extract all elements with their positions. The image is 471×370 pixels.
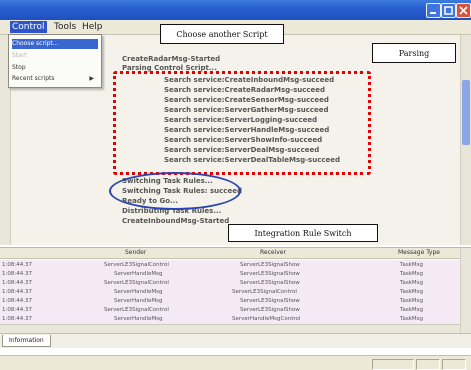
menu-item-choose-script[interactable]: Choose script... — [12, 39, 98, 49]
cell-type: TaskMsg — [400, 316, 423, 322]
log-vertical-scrollbar[interactable] — [460, 35, 471, 245]
column-header-receiver[interactable]: Receiver — [260, 249, 286, 257]
column-header-sender[interactable]: Sender — [125, 249, 146, 257]
scrollbar-thumb[interactable] — [462, 80, 470, 145]
menu-item-stop[interactable]: Stop — [12, 63, 98, 73]
cell-time: 1:08:44.37 — [2, 316, 32, 322]
menu-help[interactable]: Help — [80, 21, 105, 33]
menu-item-recent-scripts[interactable]: Recent scripts ▶ — [12, 74, 98, 84]
parsing-highlight-box — [113, 71, 371, 175]
table-header: Sender Receiver Message Type — [0, 248, 471, 259]
application-window: Control Tools Help Choose script... Star… — [0, 0, 471, 370]
cell-sender: ServerHandleMsg — [114, 316, 163, 322]
minimize-button[interactable] — [426, 3, 441, 18]
menu-item-label: Start — [12, 52, 27, 59]
control-dropdown-menu: Choose script... Start Stop Recent scrip… — [8, 34, 102, 88]
menu-tools[interactable]: Tools — [52, 21, 78, 33]
bottom-tab-strip: Information — [0, 333, 471, 348]
menu-item-label: Choose script... — [12, 40, 59, 47]
menu-item-label: Recent scripts — [12, 75, 55, 82]
title-bar[interactable] — [0, 0, 471, 20]
rule-switch-highlight-ellipse — [109, 172, 241, 210]
status-cell — [416, 359, 440, 370]
status-bar — [0, 355, 471, 370]
callout-parsing: Parsing — [372, 43, 456, 63]
log-line: CreateRadarMsg-Started — [122, 55, 221, 63]
menu-control[interactable]: Control — [10, 21, 47, 33]
callout-integration-rule-switch: Integration Rule Switch — [228, 224, 378, 242]
status-cell — [372, 359, 414, 370]
menu-item-label: Stop — [12, 64, 26, 71]
table-row[interactable]: 1:08:44.37 ServerHandleMsg ServerHandleM… — [0, 314, 460, 324]
table-vertical-scrollbar[interactable] — [460, 248, 471, 334]
maximize-icon — [444, 6, 453, 15]
status-cell — [442, 359, 466, 370]
tab-information[interactable]: Information — [2, 335, 51, 347]
submenu-arrow-icon: ▶ — [89, 75, 94, 82]
column-header-message-type[interactable]: Message Type — [398, 249, 440, 257]
log-line: CreateInboundMsg-Started — [122, 217, 230, 225]
minimize-icon — [430, 12, 436, 14]
close-button[interactable] — [456, 3, 471, 18]
menu-item-start[interactable]: Start — [12, 51, 98, 61]
cell-receiver: ServerHandleMsgControl — [232, 316, 301, 322]
message-table: Sender Receiver Message Type 1:08:44.37 … — [0, 247, 471, 334]
close-icon — [459, 6, 468, 15]
maximize-button[interactable] — [441, 3, 456, 18]
callout-choose-script: Choose another Script — [160, 24, 284, 44]
